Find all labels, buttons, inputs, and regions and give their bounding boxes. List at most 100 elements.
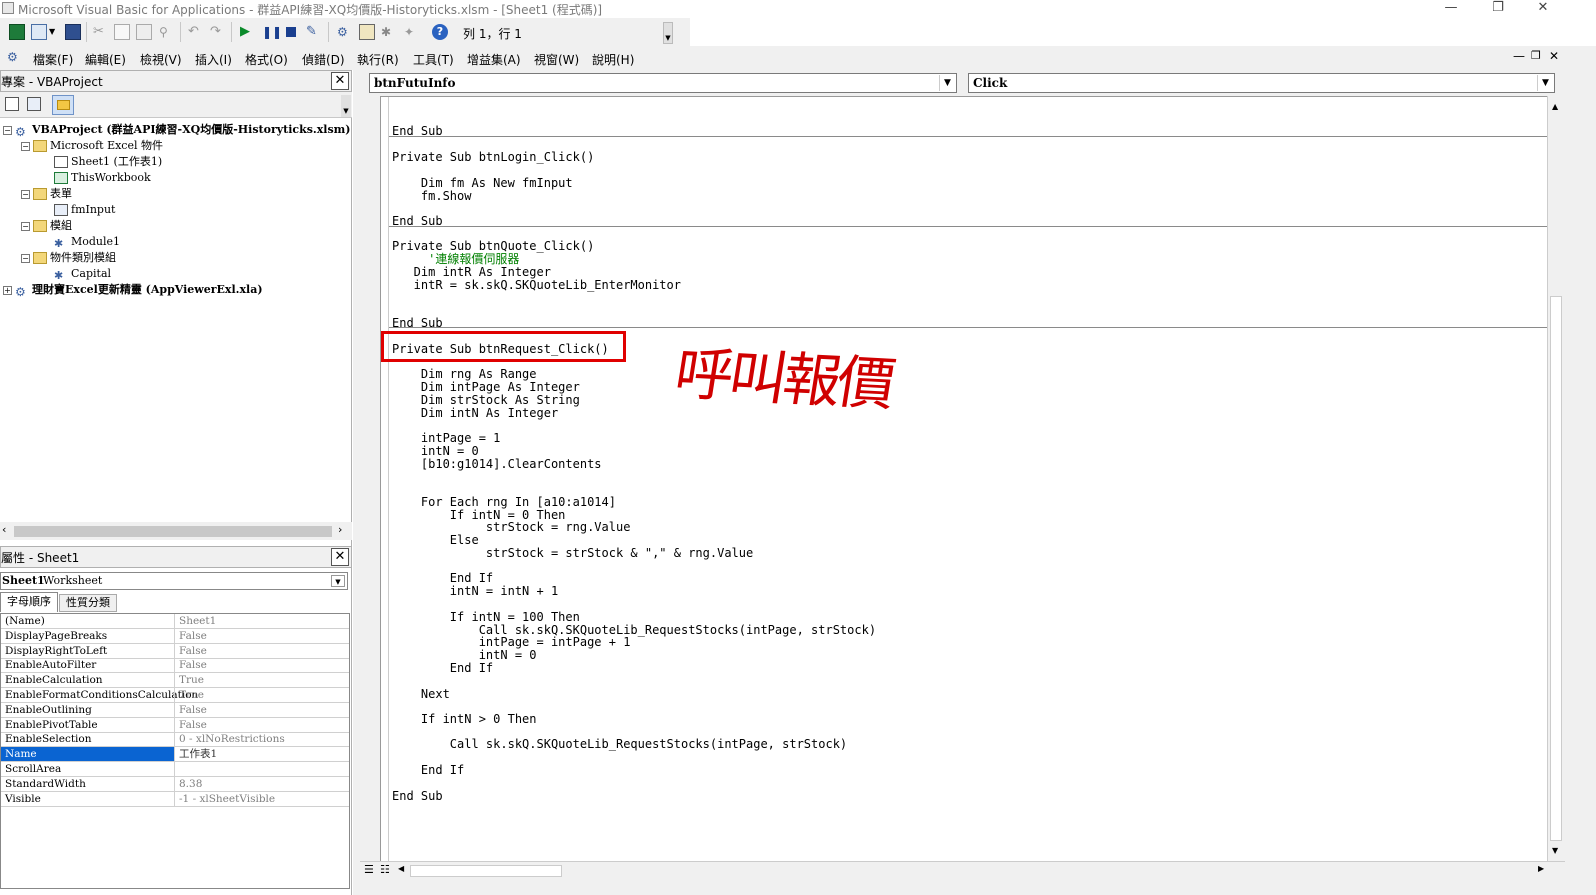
tree-item-class-modules[interactable]: − 物件類別模組 [21, 250, 116, 266]
property-value[interactable]: 0 - xlNoRestrictions [179, 732, 285, 746]
property-row[interactable]: Visible -1 - xlSheetVisible [1, 791, 349, 807]
close-project-pane-button[interactable]: ✕ [331, 72, 349, 90]
property-row[interactable]: Name 工作表1 [1, 747, 349, 763]
scroll-right-icon[interactable]: ▶ [1538, 864, 1544, 873]
property-row[interactable]: EnableSelection 0 - xlNoRestrictions [1, 732, 349, 748]
object-selector[interactable]: Sheet1 Worksheet ▼ [0, 572, 348, 590]
collapse-icon[interactable]: − [3, 125, 12, 135]
toolbar-options-icon[interactable]: ▼ [663, 22, 673, 44]
restore-button[interactable]: ❐ [1483, 0, 1513, 16]
procedure-view-icon[interactable]: ☰ [364, 863, 374, 876]
property-row[interactable]: EnableCalculation True [1, 673, 349, 689]
property-row[interactable]: EnableOutlining False [1, 702, 349, 718]
code-vscrollbar[interactable]: ▲ ▼ [1547, 96, 1565, 861]
property-value[interactable]: False [179, 644, 207, 658]
hscroll-thumb[interactable] [410, 865, 562, 877]
scroll-down-icon[interactable]: ▼ [1552, 846, 1558, 855]
close-properties-pane-button[interactable]: ✕ [331, 548, 349, 566]
full-module-view-icon[interactable]: ☷ [380, 863, 390, 876]
help-icon[interactable]: ? [432, 24, 448, 40]
menu-insert[interactable]: 插入(I) [195, 51, 232, 68]
run-icon[interactable]: ▶ [240, 24, 256, 40]
collapse-icon[interactable]: − [21, 189, 30, 199]
property-row[interactable]: DisplayRightToLeft False [1, 643, 349, 659]
design-mode-icon[interactable]: ✎ [306, 24, 322, 40]
property-value[interactable]: False [179, 629, 207, 643]
property-row[interactable]: ScrollArea [1, 762, 349, 777]
menu-debug[interactable]: 偵錯(D) [302, 51, 345, 68]
tree-item-forms[interactable]: − 表單 [21, 186, 72, 202]
property-value[interactable]: False [179, 658, 207, 672]
collapse-icon[interactable]: − [21, 141, 30, 151]
property-value[interactable]: False [179, 703, 207, 717]
chevron-down-icon[interactable]: ▼ [1537, 75, 1553, 91]
scroll-right-icon[interactable]: › [338, 523, 342, 536]
property-value[interactable]: 8.38 [179, 777, 202, 791]
code-editor[interactable] [380, 96, 1547, 862]
procedure-combo[interactable]: Click ▼ [968, 73, 1555, 93]
property-value[interactable]: Sheet1 [179, 614, 216, 628]
menu-window[interactable]: 視窗(W) [534, 51, 579, 68]
mdi-restore-button[interactable]: ❐ [1531, 49, 1541, 62]
toolbox-icon[interactable]: ✦ [404, 24, 420, 40]
scroll-up-icon[interactable]: ▲ [1552, 102, 1558, 111]
chevron-down-icon[interactable]: ▼ [331, 575, 345, 587]
tab-categorized[interactable]: 性質分類 [59, 594, 117, 612]
close-window-button[interactable]: ✕ [1528, 0, 1558, 16]
tab-alphabetic[interactable]: 字母順序 [0, 592, 58, 612]
scroll-thumb[interactable] [14, 526, 332, 537]
property-value[interactable]: True [179, 688, 204, 702]
scroll-left-icon[interactable]: ‹ [2, 523, 6, 536]
excel-view-icon[interactable] [9, 24, 25, 40]
mdi-close-button[interactable]: ✕ [1549, 49, 1559, 63]
scroll-left-icon[interactable]: ◀ [398, 864, 404, 873]
property-row[interactable]: EnablePivotTable False [1, 717, 349, 733]
property-value[interactable]: 工作表1 [179, 747, 217, 761]
toggle-folders-button[interactable] [52, 95, 74, 115]
object-combo[interactable]: btnFutuInfo ▼ [369, 73, 957, 93]
property-row[interactable]: EnableAutoFilter False [1, 658, 349, 674]
view-code-icon[interactable] [5, 97, 19, 111]
split-bar[interactable] [1560, 73, 1574, 93]
menu-view[interactable]: 檢視(V) [140, 51, 182, 68]
tree-item-sheet1[interactable]: Sheet1 (工作表1) [54, 154, 162, 170]
tree-item-modules[interactable]: − 模組 [21, 218, 72, 234]
scroll-thumb[interactable] [1550, 296, 1562, 841]
paste-icon[interactable] [136, 24, 152, 40]
project-explorer-icon[interactable]: ⚙ [337, 24, 353, 40]
property-row[interactable]: (Name) Sheet1 [1, 614, 349, 629]
property-value[interactable]: -1 - xlSheetVisible [179, 792, 275, 806]
chevron-down-icon[interactable]: ▼ [49, 27, 55, 36]
menu-file[interactable]: 檔案(F) [33, 51, 73, 68]
copy-icon[interactable] [114, 24, 130, 40]
property-row[interactable]: EnableFormatConditionsCalculation True [1, 688, 349, 703]
collapse-icon[interactable]: − [21, 253, 30, 263]
redo-icon[interactable]: ↷ [210, 24, 226, 40]
menu-tools[interactable]: 工具(T) [413, 51, 454, 68]
menu-format[interactable]: 格式(O) [245, 51, 288, 68]
project-hscrollbar[interactable]: ‹ › [0, 522, 352, 540]
view-object-icon[interactable] [27, 97, 41, 111]
menu-addins[interactable]: 增益集(A) [467, 51, 521, 68]
menu-help[interactable]: 說明(H) [592, 51, 634, 68]
menu-edit[interactable]: 編輯(E) [85, 51, 126, 68]
property-value[interactable]: True [179, 673, 204, 687]
insert-userform-icon[interactable] [31, 24, 47, 40]
expand-icon[interactable]: + [3, 285, 12, 295]
tree-item-appviewer[interactable]: + ⚙ 理財寶Excel更新精靈 (AppViewerExl.xla) [3, 282, 263, 299]
tree-item-thisworkbook[interactable]: ThisWorkbook [54, 170, 151, 186]
property-value[interactable]: False [179, 718, 207, 732]
tree-item-excel-objects[interactable]: − Microsoft Excel 物件 [21, 138, 163, 154]
chevron-down-icon[interactable]: ▼ [939, 75, 955, 91]
reset-icon[interactable] [286, 27, 296, 37]
pane-toolbar-options-icon[interactable]: ▼ [341, 95, 351, 117]
property-row[interactable]: StandardWidth 8.38 [1, 776, 349, 792]
properties-window-icon[interactable] [359, 24, 375, 40]
object-browser-icon[interactable]: ✱ [381, 24, 397, 40]
mdi-minimize-button[interactable]: — [1513, 49, 1525, 63]
minimize-button[interactable]: — [1436, 0, 1466, 16]
vba-menu-icon[interactable]: ⚙ [7, 50, 22, 64]
break-icon[interactable]: ❚❚ [262, 24, 282, 40]
menu-run[interactable]: 執行(R) [357, 51, 399, 68]
tree-item-fminput[interactable]: fmInput [54, 202, 115, 218]
